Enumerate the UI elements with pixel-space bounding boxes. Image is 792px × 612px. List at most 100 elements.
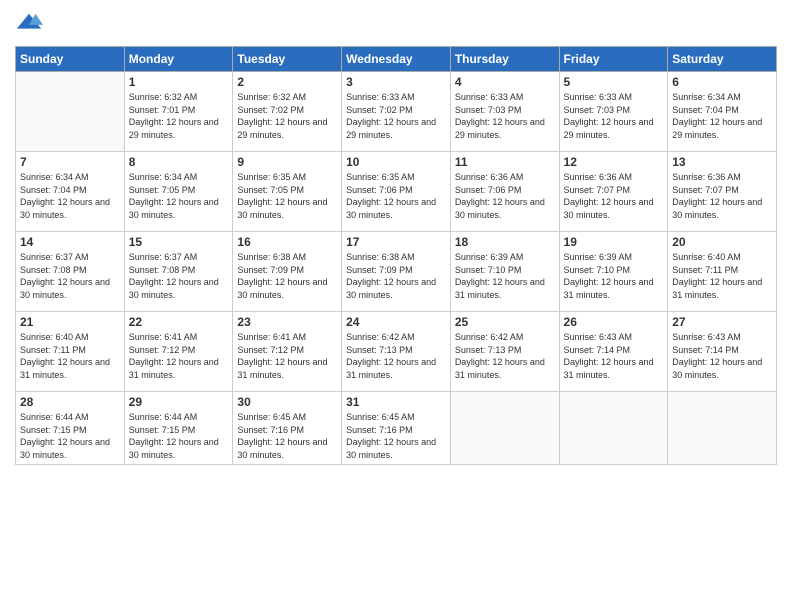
day-number: 4	[455, 75, 555, 89]
cell-info: Sunrise: 6:33 AM Sunset: 7:03 PM Dayligh…	[564, 91, 664, 141]
day-number: 6	[672, 75, 772, 89]
weekday-header-row: SundayMondayTuesdayWednesdayThursdayFrid…	[16, 47, 777, 72]
calendar-cell: 15 Sunrise: 6:37 AM Sunset: 7:08 PM Dayl…	[124, 232, 233, 312]
day-number: 28	[20, 395, 120, 409]
calendar-cell	[450, 392, 559, 465]
day-number: 20	[672, 235, 772, 249]
cell-info: Sunrise: 6:33 AM Sunset: 7:03 PM Dayligh…	[455, 91, 555, 141]
day-number: 15	[129, 235, 229, 249]
day-number: 19	[564, 235, 664, 249]
calendar-cell: 8 Sunrise: 6:34 AM Sunset: 7:05 PM Dayli…	[124, 152, 233, 232]
day-number: 8	[129, 155, 229, 169]
calendar-cell: 24 Sunrise: 6:42 AM Sunset: 7:13 PM Dayl…	[342, 312, 451, 392]
weekday-header-monday: Monday	[124, 47, 233, 72]
calendar-row-2: 7 Sunrise: 6:34 AM Sunset: 7:04 PM Dayli…	[16, 152, 777, 232]
cell-info: Sunrise: 6:32 AM Sunset: 7:02 PM Dayligh…	[237, 91, 337, 141]
cell-info: Sunrise: 6:41 AM Sunset: 7:12 PM Dayligh…	[237, 331, 337, 381]
calendar-table: SundayMondayTuesdayWednesdayThursdayFrid…	[15, 46, 777, 465]
calendar-cell: 9 Sunrise: 6:35 AM Sunset: 7:05 PM Dayli…	[233, 152, 342, 232]
logo	[15, 10, 47, 38]
cell-info: Sunrise: 6:34 AM Sunset: 7:04 PM Dayligh…	[20, 171, 120, 221]
day-number: 2	[237, 75, 337, 89]
day-number: 5	[564, 75, 664, 89]
cell-info: Sunrise: 6:39 AM Sunset: 7:10 PM Dayligh…	[455, 251, 555, 301]
calendar-cell: 22 Sunrise: 6:41 AM Sunset: 7:12 PM Dayl…	[124, 312, 233, 392]
calendar-cell: 11 Sunrise: 6:36 AM Sunset: 7:06 PM Dayl…	[450, 152, 559, 232]
cell-info: Sunrise: 6:44 AM Sunset: 7:15 PM Dayligh…	[129, 411, 229, 461]
day-number: 3	[346, 75, 446, 89]
day-number: 1	[129, 75, 229, 89]
day-number: 17	[346, 235, 446, 249]
cell-info: Sunrise: 6:43 AM Sunset: 7:14 PM Dayligh…	[672, 331, 772, 381]
cell-info: Sunrise: 6:35 AM Sunset: 7:05 PM Dayligh…	[237, 171, 337, 221]
calendar-cell: 6 Sunrise: 6:34 AM Sunset: 7:04 PM Dayli…	[668, 72, 777, 152]
calendar-cell: 18 Sunrise: 6:39 AM Sunset: 7:10 PM Dayl…	[450, 232, 559, 312]
cell-info: Sunrise: 6:41 AM Sunset: 7:12 PM Dayligh…	[129, 331, 229, 381]
day-number: 21	[20, 315, 120, 329]
calendar-cell: 13 Sunrise: 6:36 AM Sunset: 7:07 PM Dayl…	[668, 152, 777, 232]
cell-info: Sunrise: 6:42 AM Sunset: 7:13 PM Dayligh…	[455, 331, 555, 381]
day-number: 18	[455, 235, 555, 249]
calendar-cell: 21 Sunrise: 6:40 AM Sunset: 7:11 PM Dayl…	[16, 312, 125, 392]
cell-info: Sunrise: 6:38 AM Sunset: 7:09 PM Dayligh…	[346, 251, 446, 301]
calendar-cell: 4 Sunrise: 6:33 AM Sunset: 7:03 PM Dayli…	[450, 72, 559, 152]
calendar-row-1: 1 Sunrise: 6:32 AM Sunset: 7:01 PM Dayli…	[16, 72, 777, 152]
cell-info: Sunrise: 6:37 AM Sunset: 7:08 PM Dayligh…	[20, 251, 120, 301]
calendar-cell: 25 Sunrise: 6:42 AM Sunset: 7:13 PM Dayl…	[450, 312, 559, 392]
calendar-cell: 29 Sunrise: 6:44 AM Sunset: 7:15 PM Dayl…	[124, 392, 233, 465]
cell-info: Sunrise: 6:36 AM Sunset: 7:07 PM Dayligh…	[672, 171, 772, 221]
day-number: 9	[237, 155, 337, 169]
cell-info: Sunrise: 6:34 AM Sunset: 7:05 PM Dayligh…	[129, 171, 229, 221]
day-number: 16	[237, 235, 337, 249]
calendar-cell: 23 Sunrise: 6:41 AM Sunset: 7:12 PM Dayl…	[233, 312, 342, 392]
day-number: 24	[346, 315, 446, 329]
logo-icon	[15, 10, 43, 38]
weekday-header-thursday: Thursday	[450, 47, 559, 72]
cell-info: Sunrise: 6:36 AM Sunset: 7:06 PM Dayligh…	[455, 171, 555, 221]
weekday-header-tuesday: Tuesday	[233, 47, 342, 72]
cell-info: Sunrise: 6:42 AM Sunset: 7:13 PM Dayligh…	[346, 331, 446, 381]
day-number: 13	[672, 155, 772, 169]
calendar-cell: 28 Sunrise: 6:44 AM Sunset: 7:15 PM Dayl…	[16, 392, 125, 465]
calendar-cell: 26 Sunrise: 6:43 AM Sunset: 7:14 PM Dayl…	[559, 312, 668, 392]
day-number: 10	[346, 155, 446, 169]
cell-info: Sunrise: 6:34 AM Sunset: 7:04 PM Dayligh…	[672, 91, 772, 141]
day-number: 22	[129, 315, 229, 329]
cell-info: Sunrise: 6:38 AM Sunset: 7:09 PM Dayligh…	[237, 251, 337, 301]
calendar-cell	[559, 392, 668, 465]
cell-info: Sunrise: 6:39 AM Sunset: 7:10 PM Dayligh…	[564, 251, 664, 301]
calendar-cell: 1 Sunrise: 6:32 AM Sunset: 7:01 PM Dayli…	[124, 72, 233, 152]
page: SundayMondayTuesdayWednesdayThursdayFrid…	[0, 0, 792, 612]
day-number: 23	[237, 315, 337, 329]
day-number: 30	[237, 395, 337, 409]
calendar-cell: 12 Sunrise: 6:36 AM Sunset: 7:07 PM Dayl…	[559, 152, 668, 232]
calendar-cell: 31 Sunrise: 6:45 AM Sunset: 7:16 PM Dayl…	[342, 392, 451, 465]
calendar-cell	[16, 72, 125, 152]
cell-info: Sunrise: 6:35 AM Sunset: 7:06 PM Dayligh…	[346, 171, 446, 221]
calendar-row-5: 28 Sunrise: 6:44 AM Sunset: 7:15 PM Dayl…	[16, 392, 777, 465]
cell-info: Sunrise: 6:45 AM Sunset: 7:16 PM Dayligh…	[346, 411, 446, 461]
day-number: 25	[455, 315, 555, 329]
calendar-cell: 16 Sunrise: 6:38 AM Sunset: 7:09 PM Dayl…	[233, 232, 342, 312]
weekday-header-sunday: Sunday	[16, 47, 125, 72]
calendar-row-4: 21 Sunrise: 6:40 AM Sunset: 7:11 PM Dayl…	[16, 312, 777, 392]
calendar-cell: 5 Sunrise: 6:33 AM Sunset: 7:03 PM Dayli…	[559, 72, 668, 152]
day-number: 7	[20, 155, 120, 169]
cell-info: Sunrise: 6:33 AM Sunset: 7:02 PM Dayligh…	[346, 91, 446, 141]
cell-info: Sunrise: 6:40 AM Sunset: 7:11 PM Dayligh…	[672, 251, 772, 301]
cell-info: Sunrise: 6:37 AM Sunset: 7:08 PM Dayligh…	[129, 251, 229, 301]
calendar-cell: 14 Sunrise: 6:37 AM Sunset: 7:08 PM Dayl…	[16, 232, 125, 312]
day-number: 14	[20, 235, 120, 249]
calendar-cell: 17 Sunrise: 6:38 AM Sunset: 7:09 PM Dayl…	[342, 232, 451, 312]
day-number: 27	[672, 315, 772, 329]
calendar-cell: 30 Sunrise: 6:45 AM Sunset: 7:16 PM Dayl…	[233, 392, 342, 465]
calendar-cell: 2 Sunrise: 6:32 AM Sunset: 7:02 PM Dayli…	[233, 72, 342, 152]
cell-info: Sunrise: 6:40 AM Sunset: 7:11 PM Dayligh…	[20, 331, 120, 381]
calendar-cell: 3 Sunrise: 6:33 AM Sunset: 7:02 PM Dayli…	[342, 72, 451, 152]
calendar-cell: 20 Sunrise: 6:40 AM Sunset: 7:11 PM Dayl…	[668, 232, 777, 312]
cell-info: Sunrise: 6:36 AM Sunset: 7:07 PM Dayligh…	[564, 171, 664, 221]
day-number: 26	[564, 315, 664, 329]
cell-info: Sunrise: 6:43 AM Sunset: 7:14 PM Dayligh…	[564, 331, 664, 381]
calendar-cell: 27 Sunrise: 6:43 AM Sunset: 7:14 PM Dayl…	[668, 312, 777, 392]
weekday-header-saturday: Saturday	[668, 47, 777, 72]
